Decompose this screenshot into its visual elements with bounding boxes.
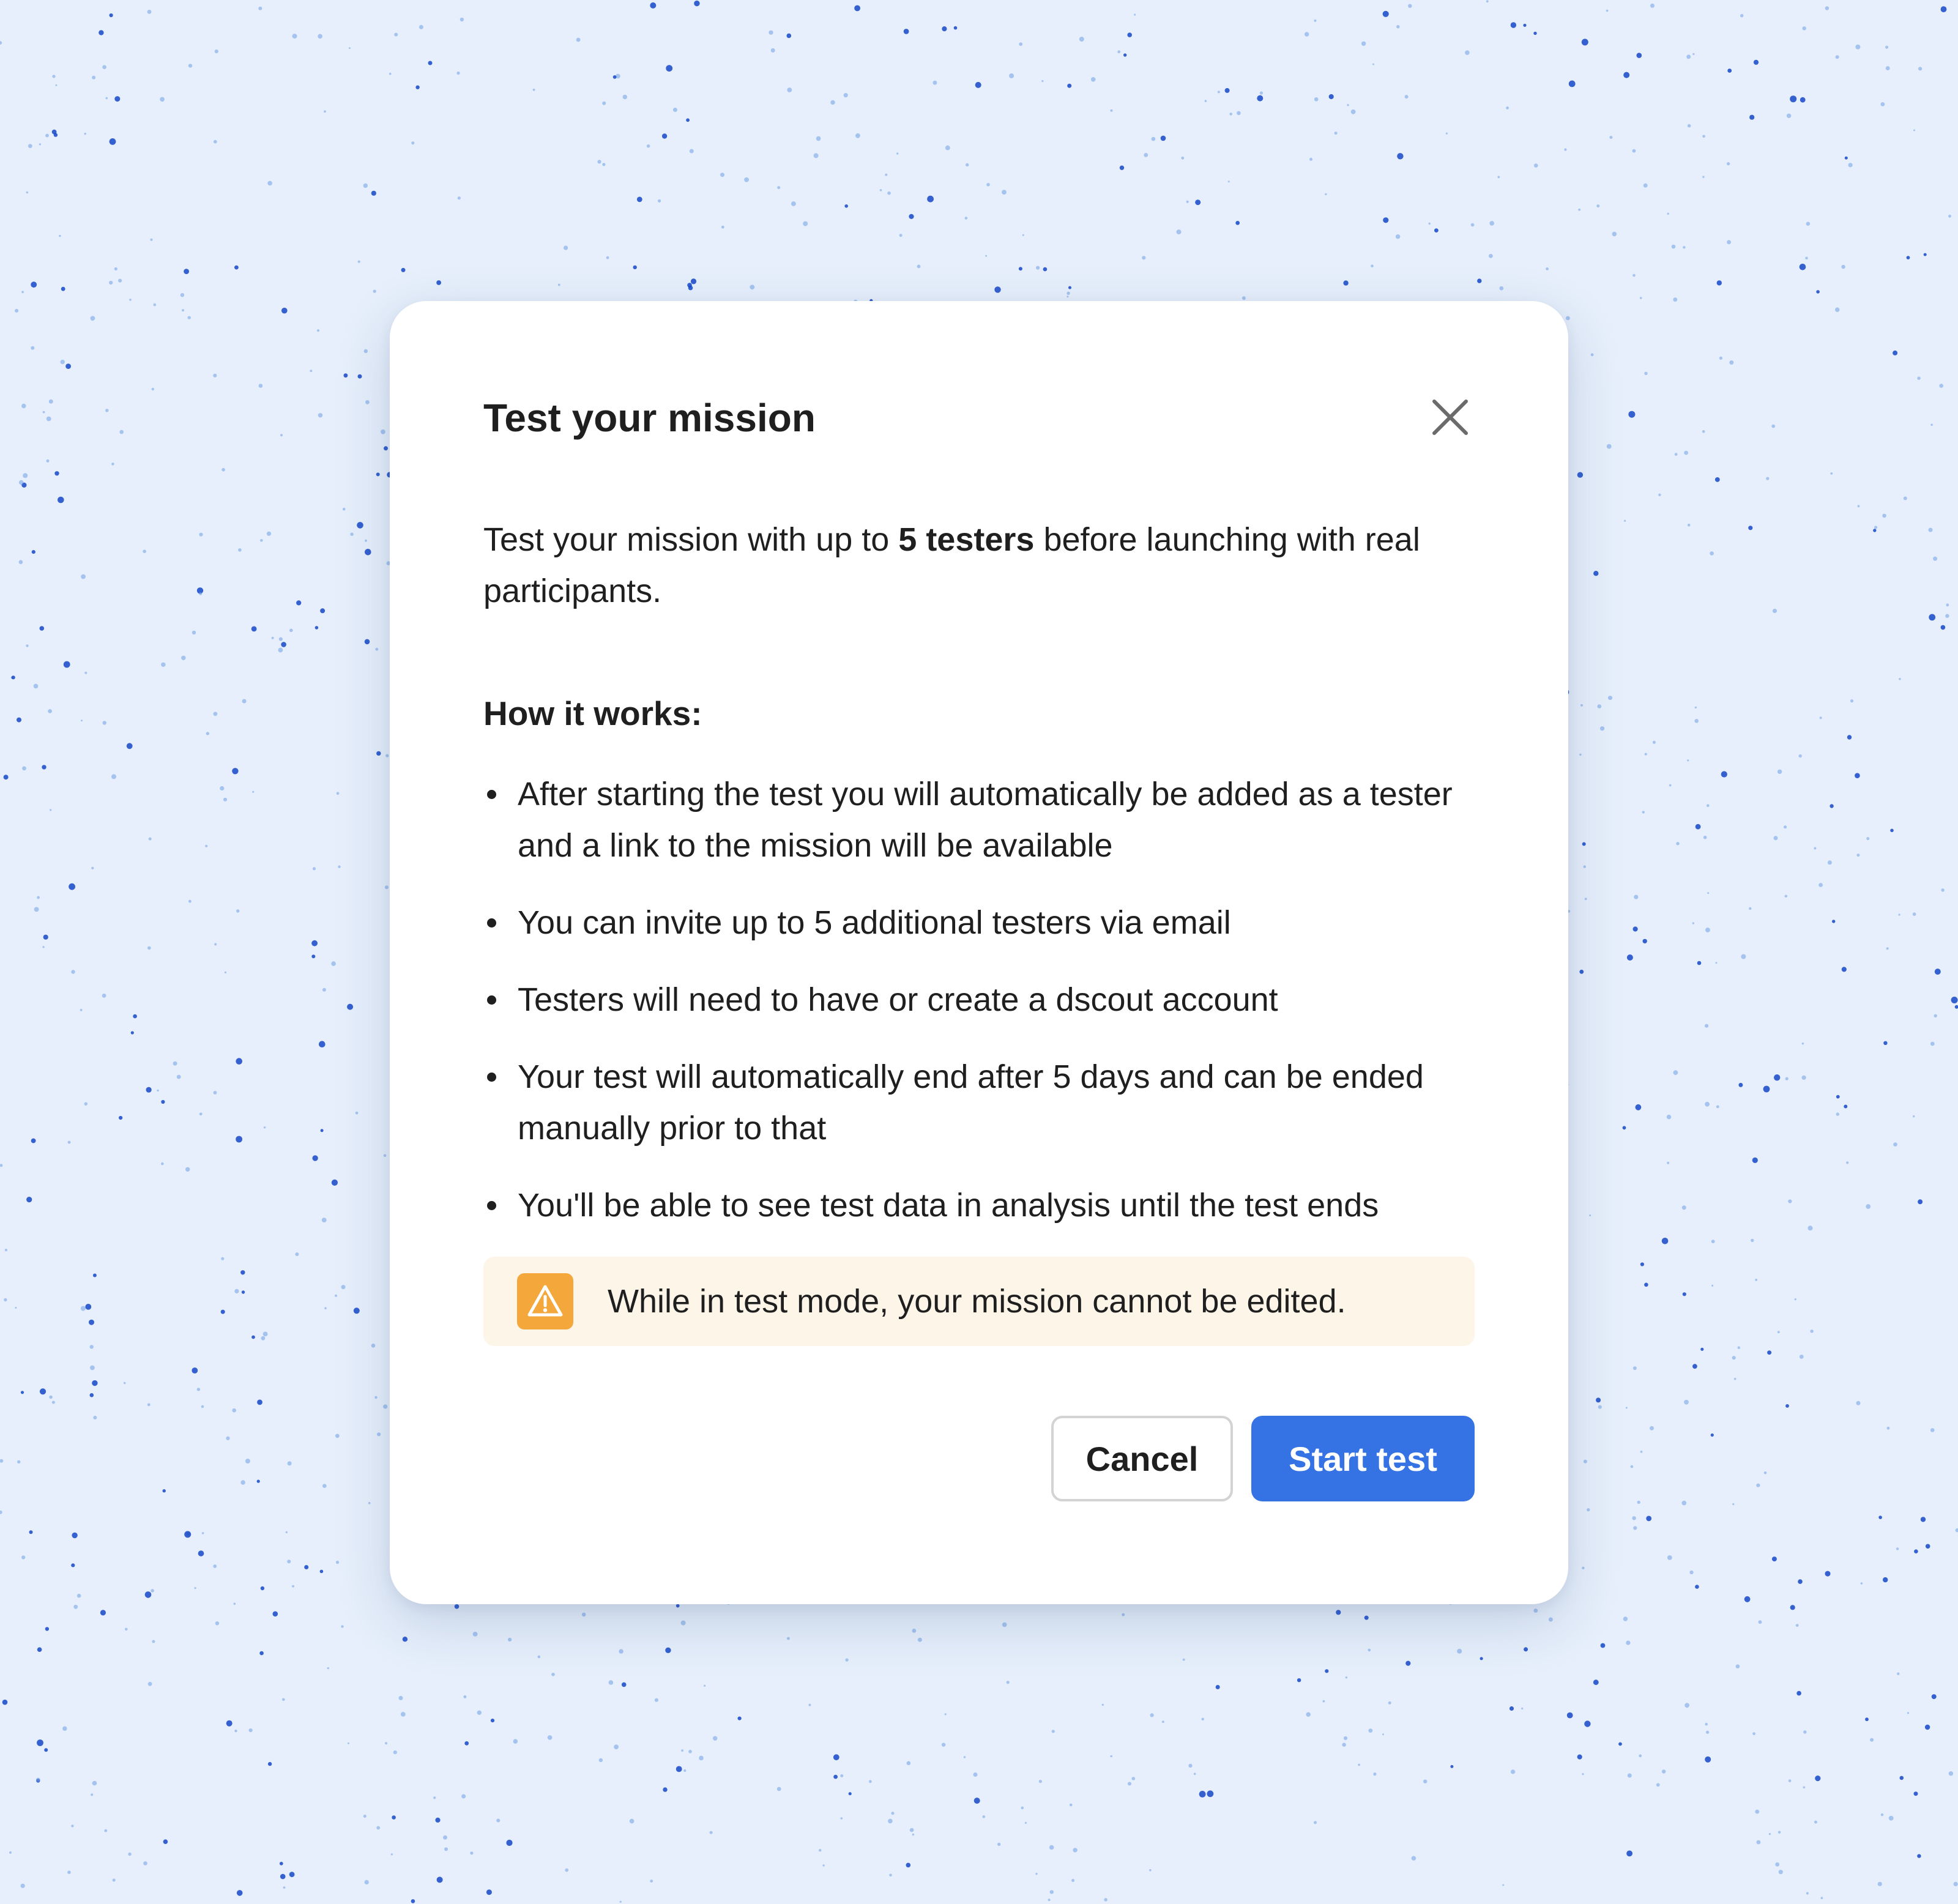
bullet-icon [487,1201,496,1210]
step-text: Your test will automatically end after 5… [518,1058,1424,1147]
test-mission-dialog: Test your mission Test your mission with… [390,301,1568,1604]
warning-text: While in test mode, your mission cannot … [608,1283,1346,1320]
bullet-icon [487,1073,496,1082]
close-button[interactable] [1426,393,1475,442]
intro-text: Test your mission with up to 5 testers b… [483,514,1475,617]
bullet-icon [487,790,496,799]
step-text: Testers will need to have or create a ds… [518,981,1278,1018]
test-mode-warning-banner: While in test mode, your mission cannot … [483,1257,1475,1346]
step-text: After starting the test you will automat… [518,776,1453,864]
dialog-title: Test your mission [483,396,816,440]
bullet-icon [487,995,496,1005]
dialog-actions: Cancel Start test [483,1416,1475,1501]
list-item: Testers will need to have or create a ds… [483,974,1475,1025]
dialog-header: Test your mission [483,390,1475,445]
step-text: You'll be able to see test data in analy… [518,1187,1379,1224]
list-item: You can invite up to 5 additional tester… [483,897,1475,948]
intro-text-before: Test your mission with up to [483,521,899,558]
tester-limit-emphasis: 5 testers [898,521,1035,558]
list-item: Your test will automatically end after 5… [483,1051,1475,1154]
start-test-button[interactable]: Start test [1251,1416,1475,1501]
how-it-works-heading: How it works: [483,694,702,732]
how-it-works-list: After starting the test you will automat… [483,768,1475,1231]
warning-icon [517,1273,573,1329]
list-item: You'll be able to see test data in analy… [483,1180,1475,1231]
list-item: After starting the test you will automat… [483,768,1475,871]
step-text: You can invite up to 5 additional tester… [518,904,1231,941]
cancel-button[interactable]: Cancel [1051,1416,1233,1501]
bullet-icon [487,918,496,928]
close-icon [1432,400,1468,435]
